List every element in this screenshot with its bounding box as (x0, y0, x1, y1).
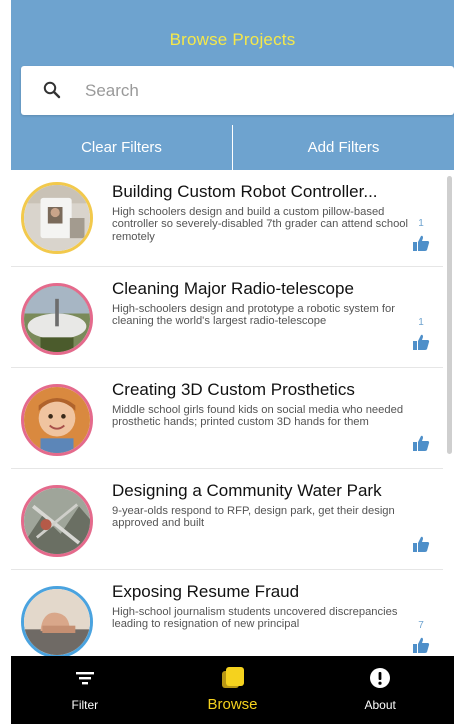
clear-filters-button[interactable]: Clear Filters (11, 125, 232, 170)
project-description: High schoolers design and build a custom… (112, 206, 409, 243)
thumbs-up-icon[interactable] (412, 434, 430, 452)
project-row[interactable]: Exposing Resume Fraud High-school journa… (11, 570, 443, 656)
tab-filter[interactable]: Filter (11, 656, 159, 724)
tab-label: Filter (71, 698, 99, 712)
project-title: Designing a Community Water Park (112, 481, 382, 500)
project-title: Building Custom Robot Controller... (112, 182, 378, 201)
project-title: Cleaning Major Radio-telescope (112, 279, 354, 298)
info-icon (370, 668, 391, 688)
tab-browse[interactable]: Browse (159, 656, 307, 724)
thumbs-up-icon[interactable] (412, 333, 430, 351)
project-row[interactable]: Creating 3D Custom Prosthetics Middle sc… (11, 368, 443, 469)
search-icon (43, 81, 61, 99)
thumbs-up-icon[interactable] (412, 636, 430, 654)
thumbs-up-icon[interactable] (412, 234, 430, 252)
project-description: High-schoolers design and prototype a ro… (112, 303, 395, 328)
project-thumbnail (24, 185, 90, 251)
like-count: 1 (418, 317, 424, 328)
like-count: 7 (418, 620, 424, 631)
project-row[interactable]: Building Custom Robot Controller... High… (11, 170, 443, 267)
project-thumbnail (24, 387, 90, 453)
tab-label: Browse (207, 696, 258, 713)
tab-about[interactable]: About (306, 656, 454, 724)
tab-label: About (364, 698, 396, 712)
browse-icon (221, 667, 244, 688)
project-thumbnail (24, 286, 90, 352)
add-filters-button[interactable]: Add Filters (232, 125, 454, 170)
thumbs-up-icon[interactable] (412, 535, 430, 553)
project-title: Creating 3D Custom Prosthetics (112, 380, 355, 399)
project-avatar (21, 586, 93, 656)
like-count: 1 (418, 218, 424, 229)
project-title: Exposing Resume Fraud (112, 582, 300, 601)
project-list: Building Custom Robot Controller... High… (11, 170, 454, 656)
project-description: 9-year-olds respond to RFP, design park,… (112, 505, 395, 530)
page-title: Browse Projects (169, 30, 296, 49)
project-row[interactable]: Designing a Community Water Park 9-year-… (11, 469, 443, 570)
project-thumbnail (24, 488, 90, 554)
project-avatar (21, 283, 93, 355)
project-avatar (21, 485, 93, 557)
project-description: High-school journalism students uncovere… (112, 606, 398, 631)
search-input[interactable] (85, 78, 425, 104)
project-description: Middle school girls found kids on social… (112, 404, 404, 429)
scrollbar[interactable] (447, 176, 452, 454)
filter-icon (75, 672, 94, 685)
project-avatar (21, 384, 93, 456)
project-thumbnail (24, 589, 90, 655)
project-avatar (21, 182, 93, 254)
bottom-tab-bar: Filter Browse About (11, 656, 454, 724)
header: Browse Projects Clear Filters Add Filter… (11, 0, 454, 170)
filter-buttons: Clear Filters Add Filters (11, 125, 454, 170)
search-bar[interactable] (21, 66, 454, 115)
app-frame: Browse Projects Clear Filters Add Filter… (11, 0, 454, 724)
project-row[interactable]: Cleaning Major Radio-telescope High-scho… (11, 267, 443, 368)
